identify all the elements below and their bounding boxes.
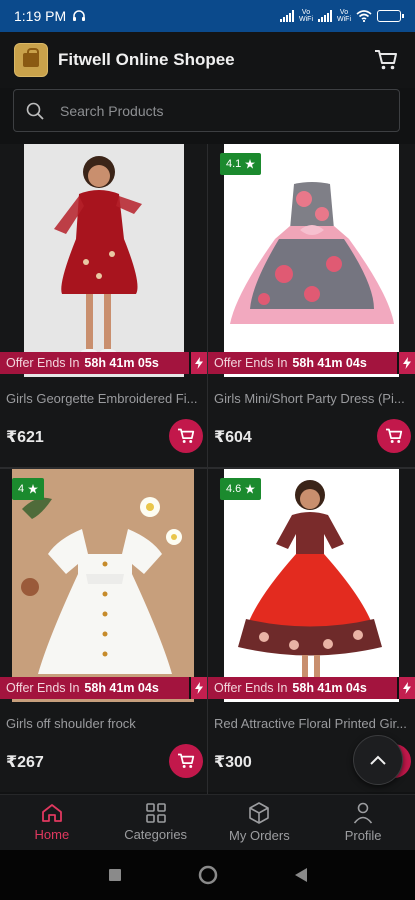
rating-value: 4.1 — [226, 158, 242, 170]
cart-button[interactable] — [371, 45, 401, 75]
flash-icon — [189, 677, 207, 699]
product-image — [224, 469, 399, 702]
nav-categories-label: Categories — [124, 827, 188, 842]
nav-categories[interactable]: Categories — [104, 795, 208, 850]
grid-divider-horizontal — [0, 467, 415, 469]
offer-label: Offer Ends In — [6, 681, 80, 695]
rating-badge: 4.1 — [220, 153, 262, 175]
product-card[interactable]: 4.1 Offer Ends In 58h 41m 04s Girls Mini… — [208, 144, 415, 467]
rating-badge: 4 — [12, 478, 45, 500]
wifi-icon — [356, 10, 372, 22]
signal-icon — [280, 10, 294, 22]
grid-divider-vertical — [207, 144, 208, 794]
flash-icon — [397, 677, 415, 699]
cart-icon — [386, 428, 403, 443]
status-time: 1:19 PM — [14, 8, 67, 24]
offer-timer-bar: Offer Ends In 58h 41m 05s — [0, 352, 207, 374]
rating-value: 4 — [18, 483, 25, 495]
cart-icon — [178, 753, 195, 768]
headset-icon — [73, 10, 86, 21]
offer-countdown: 58h 41m 04s — [84, 681, 159, 695]
star-icon — [245, 484, 256, 494]
search-icon — [26, 102, 44, 120]
star-icon — [245, 159, 256, 169]
star-icon — [28, 484, 39, 494]
flash-icon — [397, 352, 415, 374]
chevron-up-icon — [370, 755, 386, 765]
volte-icon: Vo WiFi — [299, 9, 313, 23]
rating-value: 4.6 — [226, 483, 242, 495]
product-card[interactable]: Offer Ends In 58h 41m 05s Girls Georgett… — [0, 144, 207, 467]
nav-profile[interactable]: Profile — [311, 795, 415, 850]
product-card[interactable]: 4 Offer Ends In 58h 41m 04s Girls off sh… — [0, 469, 207, 792]
add-to-cart-button[interactable] — [169, 744, 203, 778]
offer-timer-bar: Offer Ends In 58h 41m 04s — [208, 352, 415, 374]
app-header: Fitwell Online Shopee — [0, 32, 415, 88]
signal-icon-2 — [318, 10, 332, 22]
battery-icon — [377, 10, 404, 22]
offer-label: Offer Ends In — [6, 356, 80, 370]
offer-countdown: 58h 41m 05s — [84, 356, 159, 370]
cart-icon — [375, 50, 397, 70]
home-icon — [41, 804, 62, 822]
status-bar: 1:19 PM Vo WiFi Vo WiFi — [0, 0, 415, 32]
product-name[interactable]: Girls Georgette Embroidered Fi... — [6, 391, 204, 406]
offer-timer-bar: Offer Ends In 58h 41m 04s — [0, 677, 207, 699]
product-name[interactable]: Girls Mini/Short Party Dress (Pi... — [214, 391, 412, 406]
offer-label: Offer Ends In — [214, 356, 288, 370]
shop-logo — [14, 43, 48, 77]
product-image — [24, 144, 184, 377]
grid-icon — [145, 803, 166, 823]
nav-home-label: Home — [34, 827, 70, 842]
nav-my-orders-label: My Orders — [229, 828, 290, 843]
offer-timer-bar: Offer Ends In 58h 41m 04s — [208, 677, 415, 699]
offer-label: Offer Ends In — [214, 681, 288, 695]
box-icon — [249, 802, 270, 824]
product-name[interactable]: Girls off shoulder frock — [6, 716, 204, 731]
offer-countdown: 58h 41m 04s — [292, 681, 367, 695]
system-nav-bar — [0, 850, 415, 900]
recents-icon[interactable] — [108, 868, 122, 882]
search-input[interactable]: Search Products — [13, 89, 400, 132]
home-circle-icon[interactable] — [198, 865, 218, 885]
product-price: ₹267 — [6, 754, 44, 771]
app-title: Fitwell Online Shopee — [58, 50, 235, 69]
bottom-nav: Home Categories My Orders Profile — [0, 794, 415, 850]
product-name[interactable]: Red Attractive Floral Printed Gir... — [214, 716, 412, 731]
scroll-to-top-button[interactable] — [353, 735, 403, 785]
product-price: ₹604 — [214, 429, 252, 446]
product-price: ₹300 — [214, 754, 252, 771]
product-image — [224, 144, 399, 377]
rating-badge: 4.6 — [220, 478, 262, 500]
nav-home[interactable]: Home — [0, 795, 104, 850]
product-price: ₹621 — [6, 429, 44, 446]
cart-icon — [178, 428, 195, 443]
add-to-cart-button[interactable] — [377, 419, 411, 453]
back-icon[interactable] — [294, 867, 308, 883]
add-to-cart-button[interactable] — [169, 419, 203, 453]
nav-profile-label: Profile — [344, 828, 382, 843]
person-icon — [353, 802, 373, 824]
search-placeholder: Search Products — [60, 102, 164, 119]
offer-countdown: 58h 41m 04s — [292, 356, 367, 370]
flash-icon — [189, 352, 207, 374]
volte-icon-2: Vo WiFi — [337, 9, 351, 23]
product-image — [12, 469, 194, 702]
nav-my-orders[interactable]: My Orders — [208, 795, 312, 850]
product-grid: Offer Ends In 58h 41m 05s Girls Georgett… — [0, 144, 415, 794]
